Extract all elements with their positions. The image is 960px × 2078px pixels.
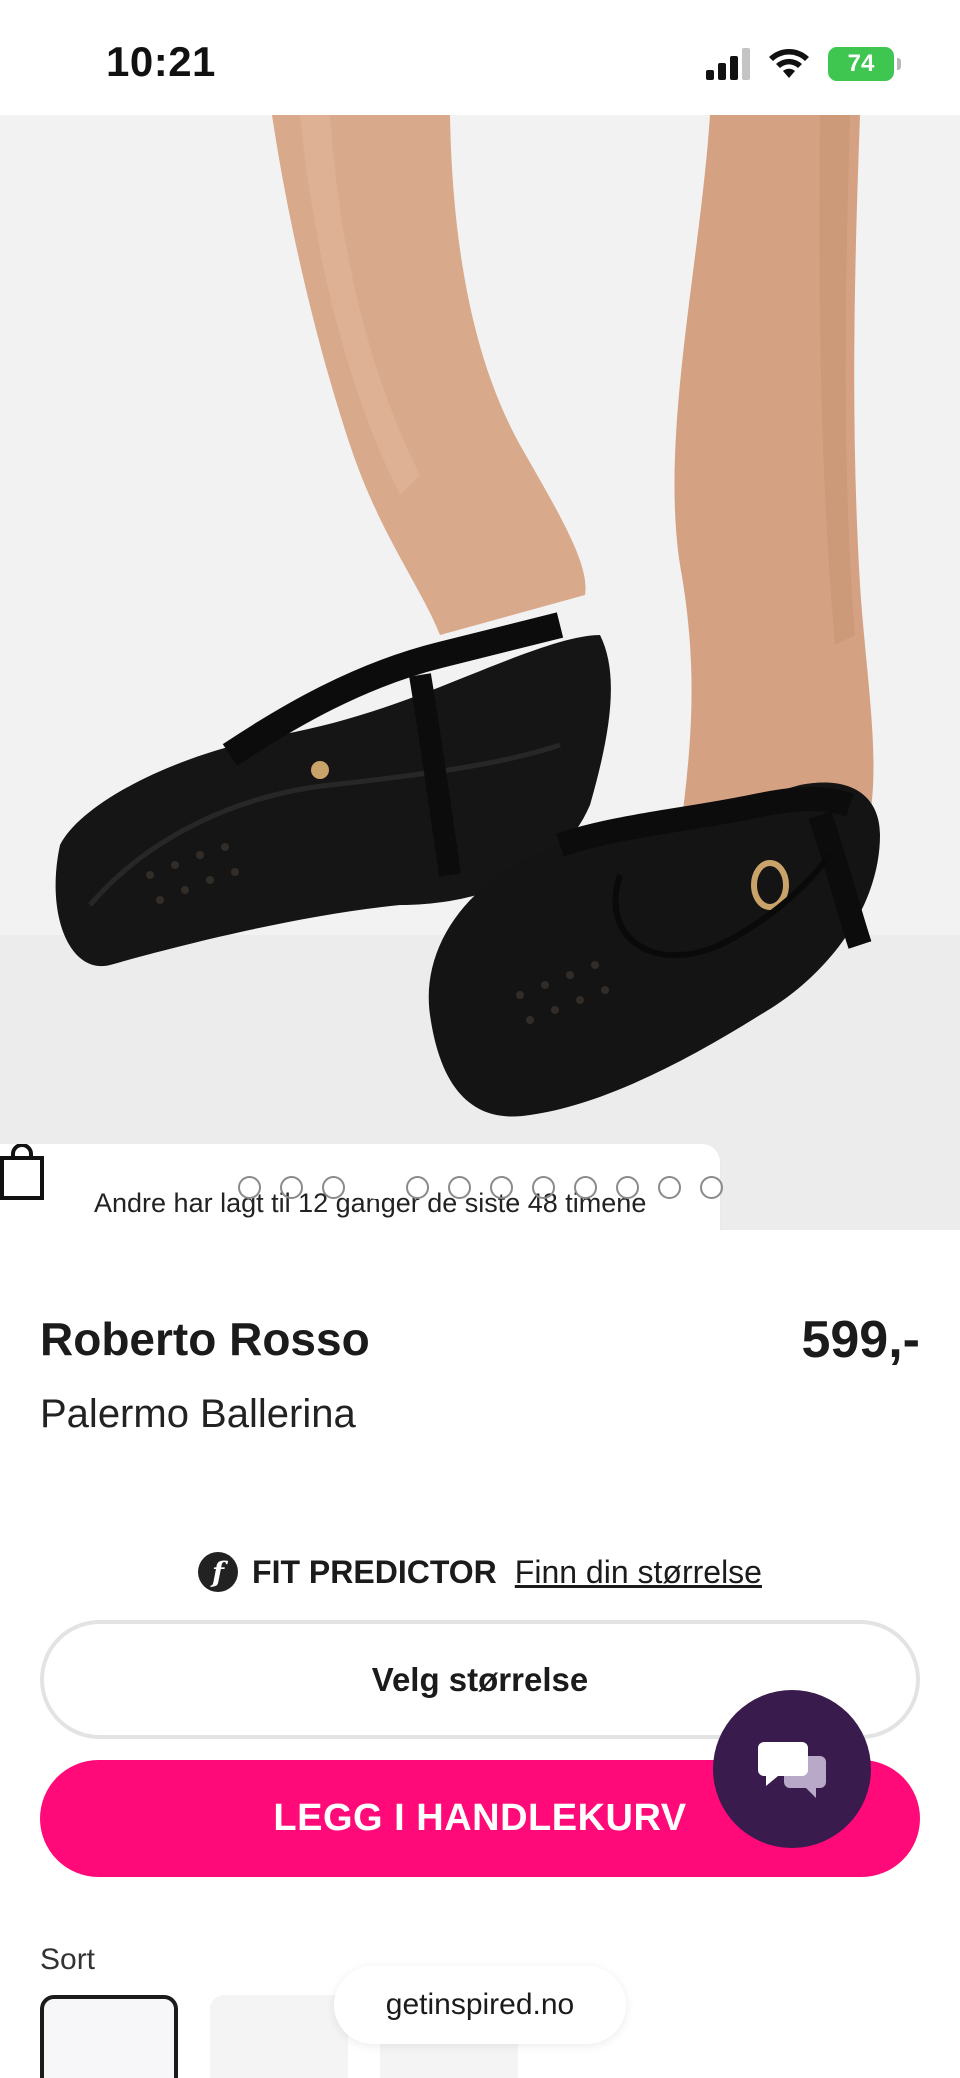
carousel-dots (0, 1176, 960, 1200)
carousel-dot[interactable] (531, 1176, 555, 1199)
signal-icon (706, 48, 750, 80)
fit-predictor-logo-icon: f (198, 1552, 239, 1592)
carousel-dot[interactable] (279, 1176, 303, 1199)
battery-icon: 74 (828, 47, 901, 81)
carousel-dot[interactable] (615, 1176, 639, 1199)
product-image-carousel[interactable]: Andre har lagt til 12 ganger de siste 48… (0, 115, 960, 1230)
browser-url-pill[interactable]: getinspired.no (334, 1966, 626, 2044)
product-brand[interactable]: Roberto Rosso (40, 1312, 370, 1366)
find-size-link[interactable]: Finn din størrelse (515, 1554, 762, 1591)
carousel-dot[interactable] (699, 1176, 723, 1199)
carousel-dot[interactable] (573, 1176, 597, 1199)
color-swatch-selected[interactable] (40, 1995, 178, 2078)
chat-button[interactable] (713, 1690, 871, 1848)
color-swatch[interactable] (210, 1995, 348, 2078)
status-time: 10:21 (106, 38, 216, 85)
carousel-dot[interactable] (489, 1176, 513, 1199)
carousel-dot-active[interactable] (363, 1176, 387, 1199)
carousel-dot[interactable] (321, 1176, 345, 1199)
product-price: 599,- (801, 1311, 920, 1369)
status-icons: 74 (706, 44, 901, 84)
color-label: Sort (40, 1943, 96, 1976)
product-name: Palermo Ballerina (40, 1392, 356, 1436)
fit-predictor-label: FIT PREDICTOR (252, 1553, 497, 1590)
fit-predictor-row: f FIT PREDICTOR Finn din størrelse (0, 1550, 960, 1594)
carousel-dot[interactable] (237, 1176, 261, 1199)
battery-level: 74 (847, 50, 875, 77)
carousel-dot[interactable] (405, 1176, 429, 1199)
chat-icon (758, 1742, 826, 1798)
carousel-dot[interactable] (447, 1176, 471, 1199)
wifi-icon (769, 49, 809, 78)
product-photo (0, 115, 960, 1230)
carousel-dot[interactable] (657, 1176, 681, 1199)
status-bar: 10:21 74 (0, 0, 960, 115)
